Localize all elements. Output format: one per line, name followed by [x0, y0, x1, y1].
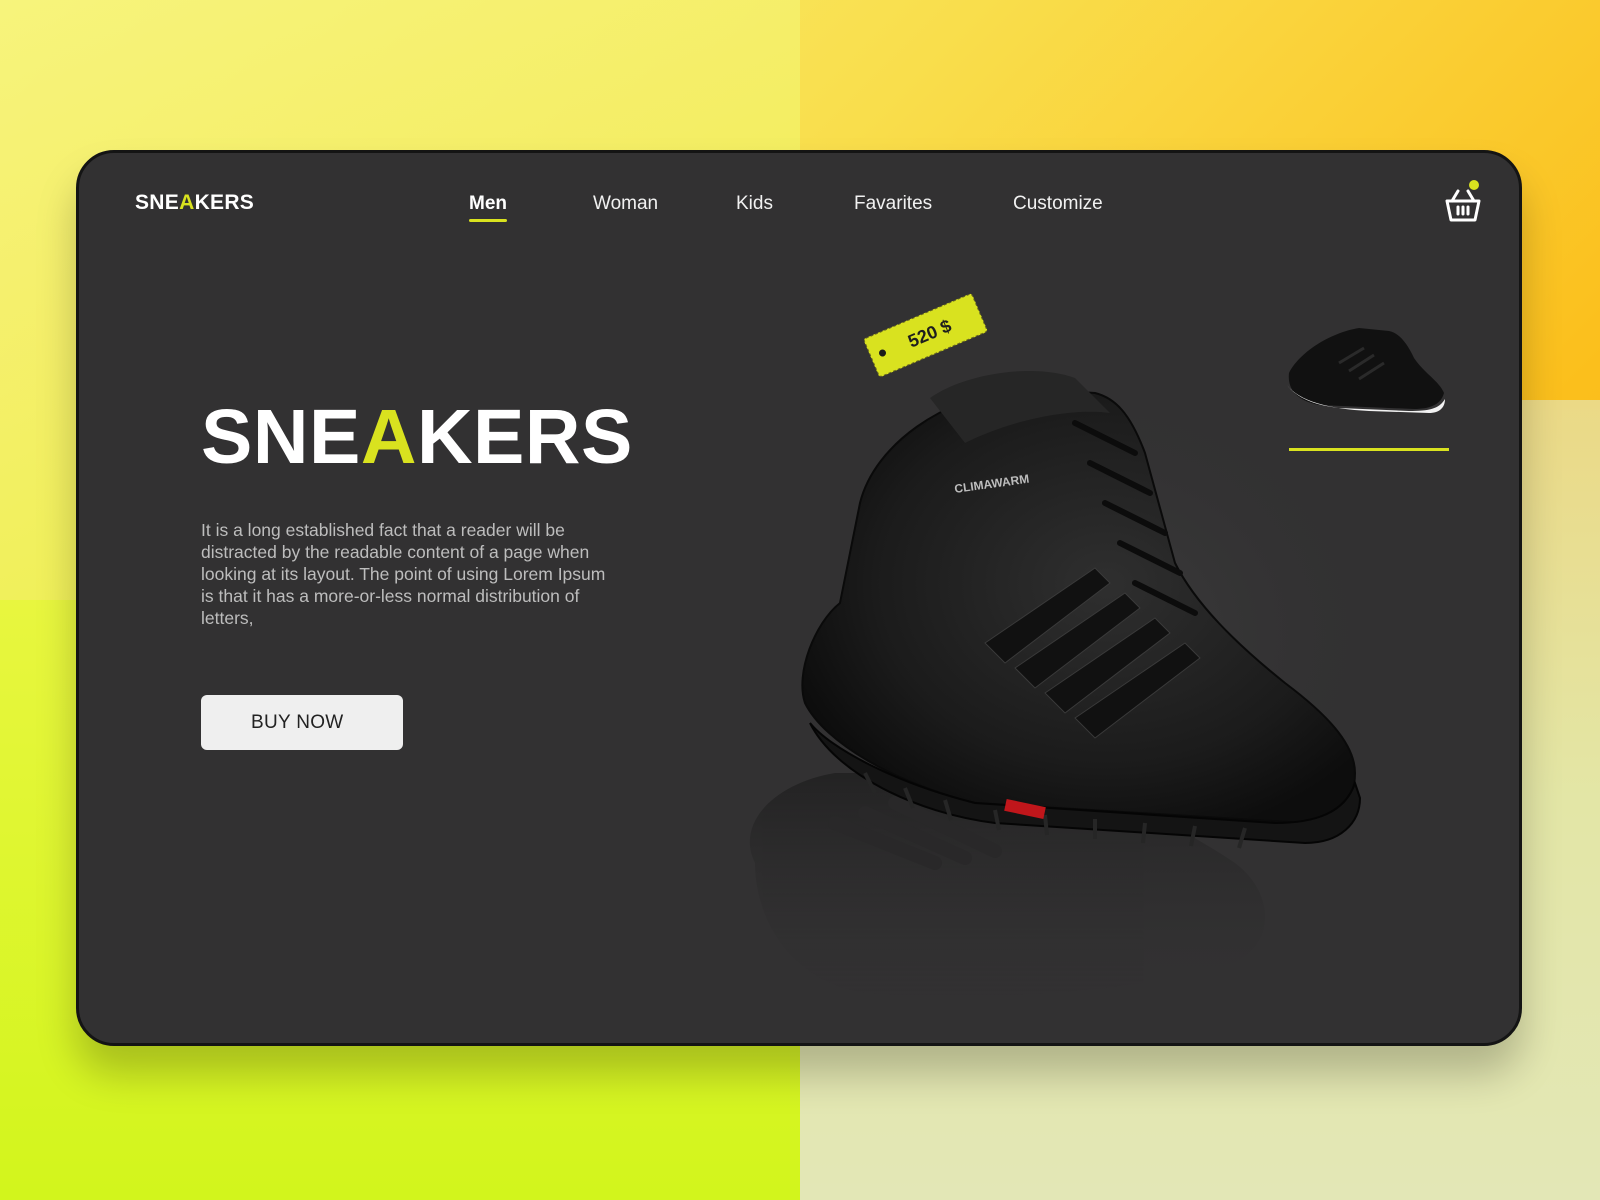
- price-label: 520 $: [905, 315, 955, 352]
- thumbnail-active-indicator: [1289, 448, 1449, 451]
- hero-title-post: KERS: [416, 394, 633, 480]
- hero-title-pre: SNE: [201, 394, 361, 480]
- tag-hole: [877, 348, 888, 358]
- nav-item-customize[interactable]: Customize: [1013, 193, 1103, 215]
- product-thumbnail-sneaker[interactable]: [1279, 313, 1449, 423]
- main-nav: Men Woman Kids Favarites Customize: [79, 193, 1519, 223]
- landing-card: SNEAKERS Men Woman Kids Favarites Custom…: [76, 150, 1522, 1046]
- cart-notification-dot: [1469, 180, 1479, 190]
- hero-title-accent: A: [360, 394, 417, 480]
- hero-title: SNEAKERS: [201, 399, 633, 476]
- buy-now-button[interactable]: BUY NOW: [201, 695, 403, 750]
- nav-item-men[interactable]: Men: [469, 193, 507, 222]
- basket-icon[interactable]: [1443, 187, 1483, 223]
- nav-item-kids[interactable]: Kids: [736, 193, 773, 215]
- nav-item-favarites[interactable]: Favarites: [854, 193, 932, 215]
- nav-item-woman[interactable]: Woman: [593, 193, 658, 215]
- hero-description: It is a long established fact that a rea…: [201, 520, 606, 628]
